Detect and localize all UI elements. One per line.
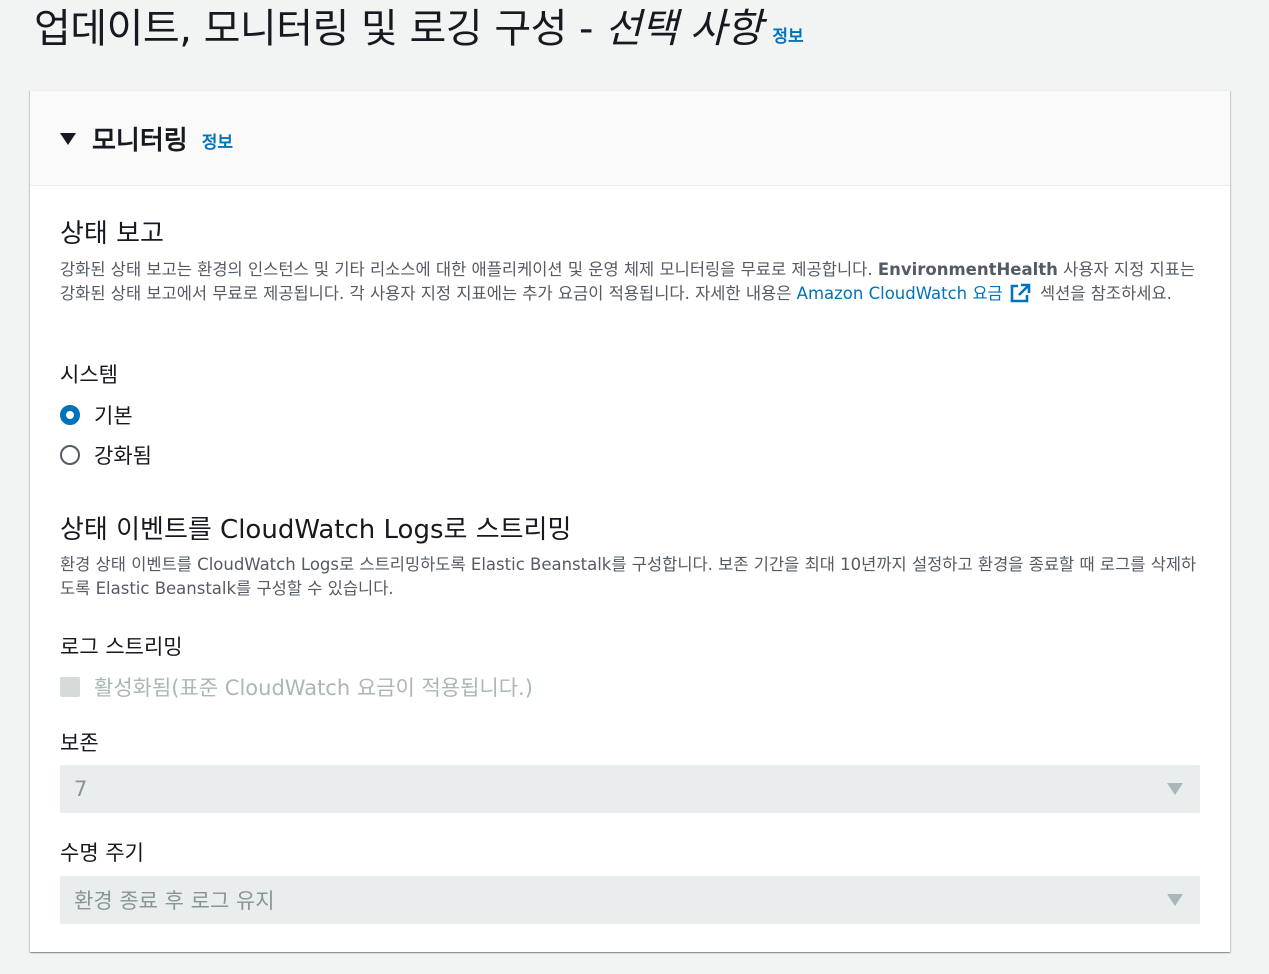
- cloudwatch-pricing-link[interactable]: Amazon CloudWatch 요금: [796, 283, 1035, 303]
- streaming-description: 환경 상태 이벤트를 CloudWatch Logs로 스트리밍하도록 Elas…: [60, 555, 1197, 598]
- log-streaming-checkbox[interactable]: [60, 677, 80, 697]
- lifecycle-select[interactable]: 환경 종료 후 로그 유지: [60, 876, 1200, 924]
- streaming-title: 상태 이벤트를 CloudWatch Logs로 스트리밍: [60, 515, 572, 545]
- monitoring-info-link[interactable]: 정보: [202, 128, 233, 153]
- radio-basic-label: 기본: [94, 404, 133, 428]
- log-streaming-label: 로그 스트리밍: [60, 635, 183, 659]
- radio-basic[interactable]: [60, 405, 80, 425]
- monitoring-panel-header[interactable]: 모니터링 정보: [30, 91, 1230, 186]
- health-desc-text-1: 강화된 상태 보고는 환경의 인스턴스 및 기타 리소스에 대한 애플리케이션 …: [60, 260, 878, 279]
- retention-select[interactable]: 7: [60, 765, 1200, 813]
- select-caret-icon: [1167, 783, 1183, 795]
- monitoring-title: 모니터링: [92, 125, 188, 156]
- health-reporting-description: 강화된 상태 보고는 환경의 인스턴스 및 기타 리소스에 대한 애플리케이션 …: [60, 258, 1200, 306]
- retention-select-value: 7: [74, 777, 88, 801]
- lifecycle-select-value: 환경 종료 후 로그 유지: [74, 889, 275, 913]
- cloudwatch-pricing-link-label: Amazon CloudWatch 요금: [796, 284, 1003, 303]
- log-streaming-checkbox-label: 활성화됨(표준 CloudWatch 요금이 적용됩니다.): [94, 676, 533, 700]
- caret-down-icon: [60, 133, 76, 145]
- system-option-enhanced[interactable]: 강화됨: [60, 440, 152, 470]
- log-streaming-option: 활성화됨(표준 CloudWatch 요금이 적용됩니다.): [60, 672, 533, 702]
- page-title-optional: 선택 사항: [604, 6, 763, 52]
- radio-enhanced[interactable]: [60, 445, 80, 465]
- external-link-icon: [1010, 283, 1031, 303]
- health-desc-text-3: 섹션을 참조하세요.: [1034, 284, 1172, 303]
- health-desc-metric: EnvironmentHealth: [877, 260, 1058, 279]
- health-reporting-title: 상태 보고: [60, 219, 164, 249]
- page-title: 업데이트, 모니터링 및 로깅 구성 - 선택 사항 정보: [34, 0, 804, 60]
- lifecycle-label: 수명 주기: [60, 841, 144, 865]
- monitoring-panel: 모니터링 정보 상태 보고 강화된 상태 보고는 환경의 인스턴스 및 기타 리…: [30, 90, 1230, 952]
- page-title-main: 업데이트, 모니터링 및 로깅 구성: [34, 6, 567, 52]
- select-caret-icon: [1167, 894, 1183, 906]
- system-option-basic[interactable]: 기본: [60, 400, 133, 430]
- retention-label: 보존: [60, 731, 99, 755]
- page-title-separator: -: [578, 6, 593, 52]
- system-label: 시스템: [60, 363, 118, 387]
- page-info-link[interactable]: 정보: [772, 22, 803, 47]
- radio-enhanced-label: 강화됨: [94, 444, 152, 468]
